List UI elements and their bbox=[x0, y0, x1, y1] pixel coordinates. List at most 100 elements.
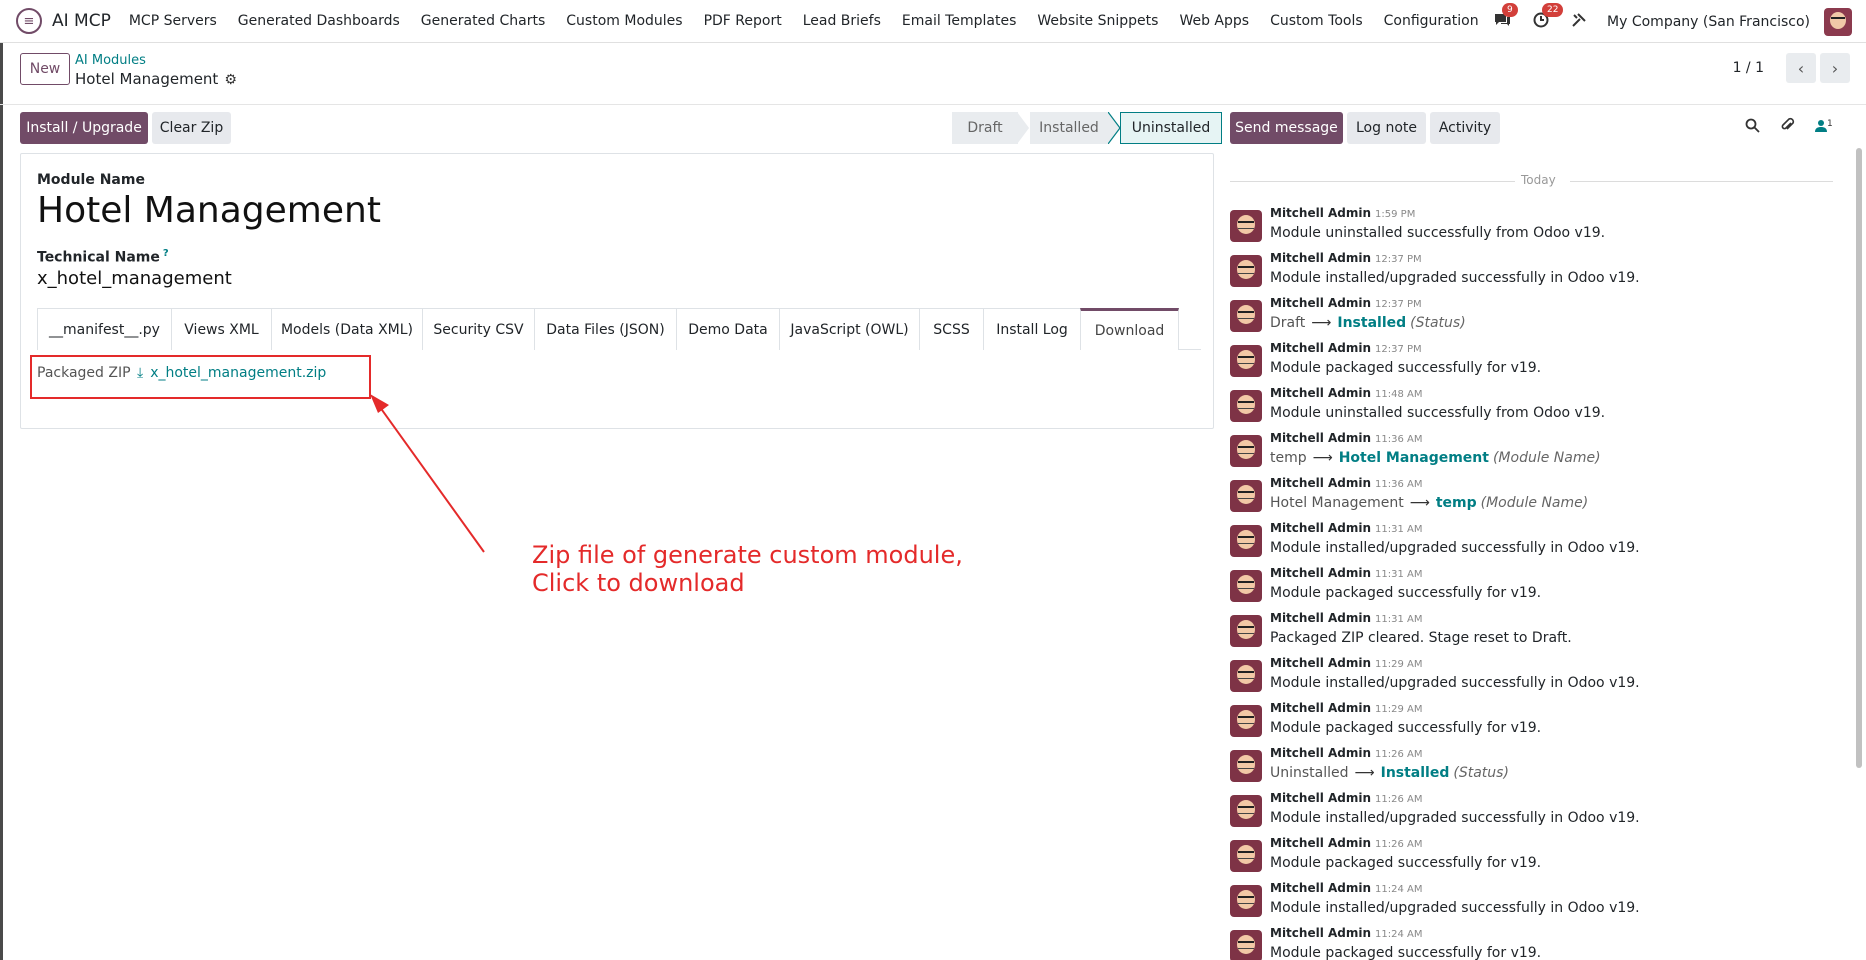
user-avatar[interactable] bbox=[1824, 7, 1852, 36]
author-avatar[interactable] bbox=[1230, 525, 1262, 557]
author-avatar[interactable] bbox=[1230, 615, 1262, 647]
chatter-scrollbar[interactable] bbox=[1856, 148, 1862, 768]
pager-value[interactable]: 1 / 1 bbox=[1733, 60, 1764, 76]
tab-models-data-xml[interactable]: Models (Data XML) bbox=[271, 308, 423, 350]
author-avatar[interactable] bbox=[1230, 390, 1262, 422]
stage-uninstalled[interactable]: Uninstalled bbox=[1120, 112, 1222, 144]
breadcrumb-parent[interactable]: AI Modules bbox=[75, 53, 146, 68]
tab-security-csv[interactable]: Security CSV bbox=[422, 308, 535, 350]
menu-email-templates[interactable]: Email Templates bbox=[902, 13, 1016, 29]
author-avatar[interactable] bbox=[1230, 840, 1262, 872]
author-avatar[interactable] bbox=[1230, 570, 1262, 602]
author-name[interactable]: Mitchell Admin bbox=[1270, 656, 1371, 670]
module-name-field[interactable]: Hotel Management bbox=[37, 190, 381, 231]
author-name[interactable]: Mitchell Admin bbox=[1270, 701, 1371, 715]
company-switcher[interactable]: My Company (San Francisco) bbox=[1607, 14, 1810, 30]
message-author[interactable]: Mitchell Admin 12:37 PM bbox=[1270, 296, 1422, 310]
activity-button[interactable]: Activity bbox=[1430, 112, 1500, 144]
author-name[interactable]: Mitchell Admin bbox=[1270, 926, 1371, 940]
author-name[interactable]: Mitchell Admin bbox=[1270, 476, 1371, 490]
stage-draft[interactable]: Draft bbox=[952, 112, 1018, 144]
tab-javascript-owl[interactable]: JavaScript (OWL) bbox=[779, 308, 920, 350]
log-note-button[interactable]: Log note bbox=[1347, 112, 1426, 144]
message-author[interactable]: Mitchell Admin 11:24 AM bbox=[1270, 926, 1423, 940]
author-name[interactable]: Mitchell Admin bbox=[1270, 431, 1371, 445]
followers-button[interactable]: 1 bbox=[1815, 118, 1833, 136]
menu-lead-briefs[interactable]: Lead Briefs bbox=[803, 13, 881, 29]
author-name[interactable]: Mitchell Admin bbox=[1270, 746, 1371, 760]
author-avatar[interactable] bbox=[1230, 795, 1262, 827]
tab-data-files-json[interactable]: Data Files (JSON) bbox=[534, 308, 677, 350]
message-author[interactable]: Mitchell Admin 11:24 AM bbox=[1270, 881, 1423, 895]
author-name[interactable]: Mitchell Admin bbox=[1270, 206, 1371, 220]
author-name[interactable]: Mitchell Admin bbox=[1270, 611, 1371, 625]
menu-custom-modules[interactable]: Custom Modules bbox=[566, 13, 682, 29]
message-author[interactable]: Mitchell Admin 11:26 AM bbox=[1270, 836, 1423, 850]
tab-manifest[interactable]: __manifest__.py bbox=[37, 308, 172, 350]
message-author[interactable]: Mitchell Admin 11:26 AM bbox=[1270, 746, 1423, 760]
message-author[interactable]: Mitchell Admin 12:37 PM bbox=[1270, 341, 1422, 355]
message-author[interactable]: Mitchell Admin 11:29 AM bbox=[1270, 701, 1423, 715]
install-upgrade-button[interactable]: Install / Upgrade bbox=[20, 112, 148, 144]
author-name[interactable]: Mitchell Admin bbox=[1270, 881, 1371, 895]
author-avatar[interactable] bbox=[1230, 705, 1262, 737]
send-message-button[interactable]: Send message bbox=[1230, 112, 1343, 144]
author-avatar[interactable] bbox=[1230, 885, 1262, 917]
new-button[interactable]: New bbox=[20, 53, 70, 85]
author-name[interactable]: Mitchell Admin bbox=[1270, 521, 1371, 535]
menu-generated-dashboards[interactable]: Generated Dashboards bbox=[238, 13, 400, 29]
author-avatar[interactable] bbox=[1230, 930, 1262, 960]
author-avatar[interactable] bbox=[1230, 210, 1262, 242]
app-menu-icon[interactable]: ≡ bbox=[16, 8, 42, 34]
message-author[interactable]: Mitchell Admin 1:59 PM bbox=[1270, 206, 1415, 220]
author-avatar[interactable] bbox=[1230, 480, 1262, 512]
attachments-button[interactable] bbox=[1780, 117, 1795, 137]
author-name[interactable]: Mitchell Admin bbox=[1270, 386, 1371, 400]
help-icon[interactable]: ? bbox=[163, 248, 169, 259]
messages-button[interactable]: 9 bbox=[1493, 2, 1518, 32]
message-author[interactable]: Mitchell Admin 12:37 PM bbox=[1270, 251, 1422, 265]
technical-name-field[interactable]: x_hotel_management bbox=[37, 268, 232, 289]
tab-demo-data[interactable]: Demo Data bbox=[676, 308, 780, 350]
message-author[interactable]: Mitchell Admin 11:36 AM bbox=[1270, 476, 1423, 490]
author-avatar[interactable] bbox=[1230, 435, 1262, 467]
author-name[interactable]: Mitchell Admin bbox=[1270, 566, 1371, 580]
tab-install-log[interactable]: Install Log bbox=[983, 308, 1081, 350]
message-author[interactable]: Mitchell Admin 11:26 AM bbox=[1270, 791, 1423, 805]
author-name[interactable]: Mitchell Admin bbox=[1270, 251, 1371, 265]
author-name[interactable]: Mitchell Admin bbox=[1270, 296, 1371, 310]
menu-custom-tools[interactable]: Custom Tools bbox=[1270, 13, 1363, 29]
author-name[interactable]: Mitchell Admin bbox=[1270, 836, 1371, 850]
activities-button[interactable]: 22 bbox=[1533, 2, 1564, 32]
author-avatar[interactable] bbox=[1230, 660, 1262, 692]
menu-pdf-report[interactable]: PDF Report bbox=[704, 13, 782, 29]
menu-web-apps[interactable]: Web Apps bbox=[1179, 13, 1249, 29]
pager-next-button[interactable]: › bbox=[1820, 53, 1850, 83]
menu-website-snippets[interactable]: Website Snippets bbox=[1037, 13, 1158, 29]
pager-previous-button[interactable]: ‹ bbox=[1786, 53, 1816, 83]
menu-mcp-servers[interactable]: MCP Servers bbox=[129, 13, 217, 29]
tab-scss[interactable]: SCSS bbox=[919, 308, 984, 350]
stage-installed[interactable]: Installed bbox=[1030, 112, 1108, 144]
debug-tools-button[interactable] bbox=[1571, 12, 1587, 32]
menu-generated-charts[interactable]: Generated Charts bbox=[421, 13, 546, 29]
message-author[interactable]: Mitchell Admin 11:29 AM bbox=[1270, 656, 1423, 670]
author-avatar[interactable] bbox=[1230, 300, 1262, 332]
tab-views-xml[interactable]: Views XML bbox=[171, 308, 272, 350]
message-author[interactable]: Mitchell Admin 11:31 AM bbox=[1270, 566, 1423, 580]
message-author[interactable]: Mitchell Admin 11:48 AM bbox=[1270, 386, 1423, 400]
message-author[interactable]: Mitchell Admin 11:31 AM bbox=[1270, 521, 1423, 535]
gear-icon[interactable]: ⚙ bbox=[224, 72, 237, 88]
menu-configuration[interactable]: Configuration bbox=[1384, 13, 1479, 29]
search-messages-button[interactable] bbox=[1745, 118, 1760, 137]
author-name[interactable]: Mitchell Admin bbox=[1270, 341, 1371, 355]
author-avatar[interactable] bbox=[1230, 255, 1262, 287]
tab-download[interactable]: Download bbox=[1080, 308, 1179, 350]
clear-zip-button[interactable]: Clear Zip bbox=[152, 112, 231, 144]
author-avatar[interactable] bbox=[1230, 750, 1262, 782]
message-author[interactable]: Mitchell Admin 11:36 AM bbox=[1270, 431, 1423, 445]
author-avatar[interactable] bbox=[1230, 345, 1262, 377]
message-author[interactable]: Mitchell Admin 11:31 AM bbox=[1270, 611, 1423, 625]
author-name[interactable]: Mitchell Admin bbox=[1270, 791, 1371, 805]
app-name[interactable]: AI MCP bbox=[52, 11, 111, 31]
